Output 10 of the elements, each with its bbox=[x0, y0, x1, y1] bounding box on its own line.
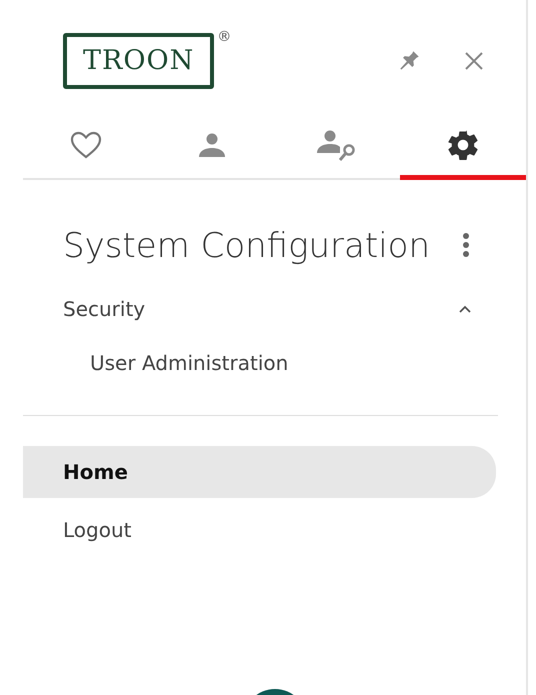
chevron-icon[interactable] bbox=[458, 304, 472, 314]
nav-item[interactable]: Logout bbox=[23, 504, 496, 556]
registered-mark: ® bbox=[217, 29, 232, 45]
group-label[interactable]: Security bbox=[63, 297, 146, 321]
more-options-icon[interactable] bbox=[462, 232, 470, 258]
logo-text: TROON bbox=[63, 33, 214, 89]
section-title: System Configuration bbox=[63, 225, 430, 268]
menu-item[interactable]: User Administration bbox=[90, 351, 288, 375]
heart-icon bbox=[68, 130, 103, 160]
nav-item[interactable]: Home bbox=[23, 446, 496, 498]
